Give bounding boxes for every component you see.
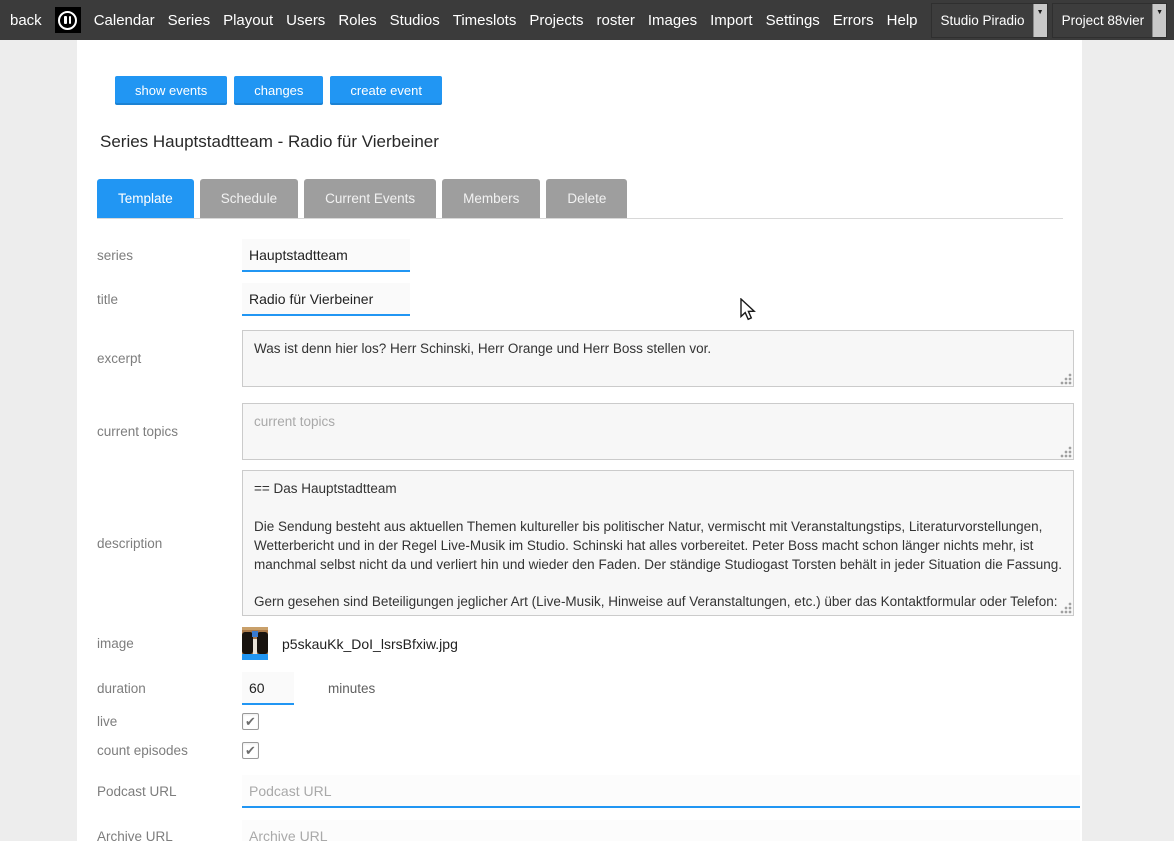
tab-delete[interactable]: Delete: [546, 179, 627, 218]
nav-import[interactable]: Import: [710, 12, 753, 29]
check-icon: ✔: [245, 715, 256, 728]
count-episodes-label: count episodes: [97, 743, 242, 758]
series-input[interactable]: [242, 239, 410, 272]
pause-icon: [58, 11, 77, 30]
description-label: description: [97, 536, 242, 551]
image-row: image p5skauKk_DoI_lsrsBfxiw.jpg: [97, 627, 1082, 660]
top-navbar: back Calendar Series Playout Users Roles…: [0, 0, 1174, 40]
archive-url-label: Archive URL: [97, 829, 242, 841]
description-row: description == Das Hauptstadtteam Die Se…: [97, 470, 1082, 616]
tab-current-events[interactable]: Current Events: [304, 179, 436, 218]
current-topics-label: current topics: [97, 424, 242, 439]
show-events-button[interactable]: show events: [115, 76, 227, 105]
project-select[interactable]: Project 88vier ▼: [1052, 3, 1168, 38]
page-title: Series Hauptstadtteam - Radio für Vierbe…: [100, 132, 1082, 152]
archive-url-input[interactable]: [242, 820, 1080, 841]
nav-roster[interactable]: roster: [597, 12, 635, 29]
project-select-value: Project 88vier: [1062, 13, 1153, 28]
nav-roles[interactable]: Roles: [338, 12, 376, 29]
excerpt-label: excerpt: [97, 351, 242, 366]
podcast-url-input[interactable]: [242, 775, 1080, 808]
nav-help[interactable]: Help: [887, 12, 918, 29]
nav-images[interactable]: Images: [648, 12, 697, 29]
chevron-down-icon: ▼: [1156, 9, 1163, 16]
title-row: title: [97, 283, 1082, 316]
nav-settings[interactable]: Settings: [766, 12, 820, 29]
title-label: title: [97, 292, 242, 307]
nav-calendar[interactable]: Calendar: [94, 12, 155, 29]
series-label: series: [97, 248, 242, 263]
image-filename: p5skauKk_DoI_lsrsBfxiw.jpg: [282, 636, 458, 652]
project-select-arrow[interactable]: ▼: [1152, 4, 1166, 37]
duration-row: duration minutes: [97, 672, 1082, 705]
nav-errors[interactable]: Errors: [833, 12, 874, 29]
tab-bar: Template Schedule Current Events Members…: [97, 179, 1063, 219]
template-form: series title excerpt Was ist denn hier l…: [97, 239, 1082, 841]
content-area: show events changes create event Series …: [77, 40, 1082, 841]
live-label: live: [97, 714, 242, 729]
piradio-logo-icon[interactable]: [55, 7, 81, 33]
current-topics-row: current topics: [97, 403, 1082, 460]
studio-select-arrow[interactable]: ▼: [1033, 4, 1047, 37]
nav-series[interactable]: Series: [168, 12, 211, 29]
live-checkbox[interactable]: ✔: [242, 713, 259, 730]
chevron-down-icon: ▼: [1037, 9, 1044, 16]
series-image-thumbnail[interactable]: [242, 627, 268, 660]
excerpt-textarea[interactable]: Was ist denn hier los? Herr Schinski, He…: [242, 330, 1074, 387]
title-input[interactable]: [242, 283, 410, 316]
image-label: image: [97, 636, 242, 651]
create-event-button[interactable]: create event: [330, 76, 442, 105]
series-row: series: [97, 239, 1082, 272]
tab-schedule[interactable]: Schedule: [200, 179, 298, 218]
description-textarea[interactable]: == Das Hauptstadtteam Die Sendung besteh…: [242, 470, 1074, 616]
nav-studios[interactable]: Studios: [390, 12, 440, 29]
nav-timeslots[interactable]: Timeslots: [453, 12, 517, 29]
tab-members[interactable]: Members: [442, 179, 540, 218]
duration-unit-label: minutes: [328, 681, 375, 696]
duration-input[interactable]: [242, 672, 294, 705]
excerpt-row: excerpt Was ist denn hier los? Herr Schi…: [97, 330, 1082, 387]
changes-button[interactable]: changes: [234, 76, 323, 105]
check-icon: ✔: [245, 744, 256, 757]
nav-users[interactable]: Users: [286, 12, 325, 29]
toolbar: show events changes create event: [115, 40, 1082, 105]
nav-back[interactable]: back: [10, 12, 42, 29]
duration-label: duration: [97, 681, 242, 696]
studio-select-value: Studio Piradio: [941, 13, 1033, 28]
count-episodes-row: count episodes ✔: [97, 742, 1082, 759]
studio-select[interactable]: Studio Piradio ▼: [931, 3, 1048, 38]
podcast-url-label: Podcast URL: [97, 784, 242, 799]
archive-url-row: Archive URL: [97, 820, 1082, 841]
nav-playout[interactable]: Playout: [223, 12, 273, 29]
podcast-url-row: Podcast URL: [97, 775, 1082, 808]
tab-template[interactable]: Template: [97, 179, 194, 218]
live-row: live ✔: [97, 713, 1082, 730]
nav-projects[interactable]: Projects: [529, 12, 583, 29]
count-episodes-checkbox[interactable]: ✔: [242, 742, 259, 759]
current-topics-textarea[interactable]: [242, 403, 1074, 460]
